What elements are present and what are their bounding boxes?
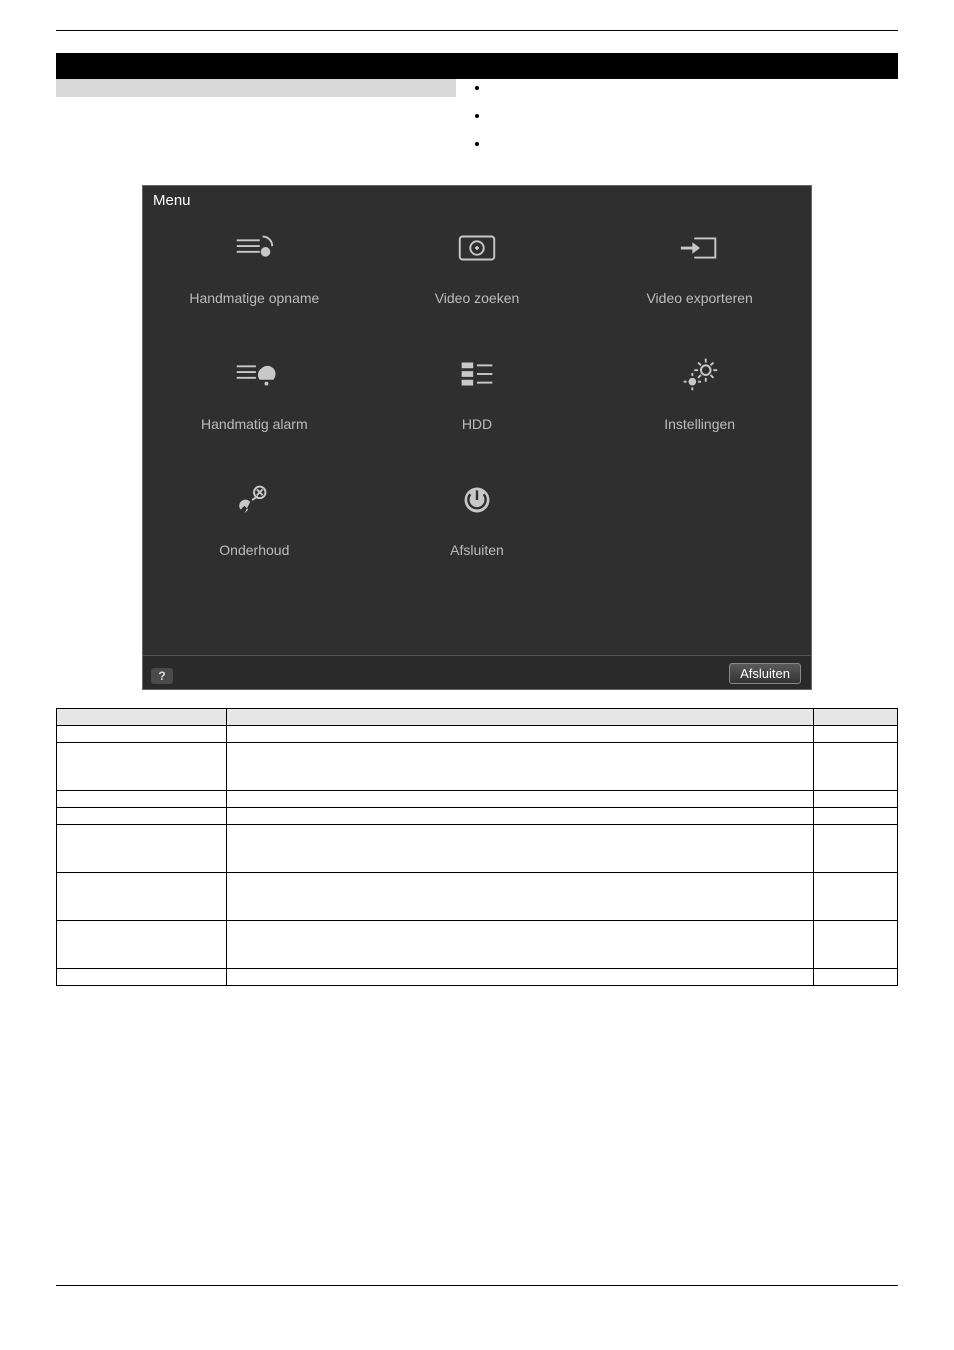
table-cell bbox=[814, 921, 898, 969]
table-cell bbox=[57, 726, 227, 743]
table-row bbox=[57, 825, 898, 873]
table-cell bbox=[814, 969, 898, 986]
table-row bbox=[57, 791, 898, 808]
table-cell bbox=[814, 873, 898, 921]
table-header bbox=[227, 709, 814, 726]
table-cell bbox=[57, 921, 227, 969]
table-cell bbox=[227, 825, 814, 873]
menu-item-video-search[interactable]: Video zoeken bbox=[387, 230, 567, 306]
settings-icon bbox=[677, 356, 723, 392]
hdd-icon bbox=[454, 356, 500, 392]
video-search-icon bbox=[454, 230, 500, 266]
options-table bbox=[56, 708, 898, 986]
help-icon: ? bbox=[158, 669, 165, 683]
table-header-row bbox=[57, 709, 898, 726]
table-cell bbox=[57, 808, 227, 825]
menu-item-hdd[interactable]: HDD bbox=[387, 356, 567, 432]
table-cell bbox=[227, 726, 814, 743]
power-icon bbox=[454, 482, 500, 518]
table-cell bbox=[814, 743, 898, 791]
menu-item-label: Video zoeken bbox=[435, 290, 520, 306]
table-cell bbox=[814, 808, 898, 825]
table-cell bbox=[57, 743, 227, 791]
menu-item-label: Handmatige opname bbox=[189, 290, 319, 306]
menu-item-shutdown[interactable]: Afsluiten bbox=[387, 482, 567, 558]
table-row bbox=[57, 743, 898, 791]
table-row bbox=[57, 808, 898, 825]
menu-item-label: Handmatig alarm bbox=[201, 416, 308, 432]
video-export-icon bbox=[677, 230, 723, 266]
maintenance-icon bbox=[231, 482, 277, 518]
bullet-item bbox=[490, 79, 898, 95]
table-cell bbox=[227, 743, 814, 791]
manual-alarm-icon bbox=[231, 356, 277, 392]
table-header bbox=[814, 709, 898, 726]
section-subhead-bar bbox=[56, 79, 456, 97]
table-header bbox=[57, 709, 227, 726]
menu-item-label: Onderhoud bbox=[219, 542, 289, 558]
table-cell bbox=[227, 873, 814, 921]
table-cell bbox=[814, 791, 898, 808]
page-footer bbox=[56, 1285, 898, 1290]
table-cell bbox=[57, 873, 227, 921]
help-button[interactable]: ? bbox=[151, 668, 173, 684]
table-cell bbox=[57, 791, 227, 808]
menu-item-settings[interactable]: Instellingen bbox=[610, 356, 790, 432]
exit-button-label: Afsluiten bbox=[740, 666, 790, 681]
menu-item-video-export[interactable]: Video exporteren bbox=[610, 230, 790, 306]
bullet-item bbox=[490, 107, 898, 123]
table-cell bbox=[227, 969, 814, 986]
table-row bbox=[57, 969, 898, 986]
top-rule bbox=[56, 30, 898, 31]
table-cell bbox=[814, 726, 898, 743]
exit-button[interactable]: Afsluiten bbox=[729, 663, 801, 684]
menu-item-manual-alarm[interactable]: Handmatig alarm bbox=[164, 356, 344, 432]
menu-screenshot: Menu Handmatige opname bbox=[142, 185, 812, 690]
menu-item-label: HDD bbox=[462, 416, 492, 432]
table-cell bbox=[57, 969, 227, 986]
table-cell bbox=[814, 825, 898, 873]
window-title: Menu bbox=[153, 192, 191, 209]
menu-item-label: Video exporteren bbox=[646, 290, 752, 306]
window-footer: ? Afsluiten bbox=[143, 655, 811, 689]
menu-item-label: Afsluiten bbox=[450, 542, 504, 558]
menu-item-maintenance[interactable]: Onderhoud bbox=[164, 482, 344, 558]
table-cell bbox=[227, 791, 814, 808]
table-cell bbox=[227, 808, 814, 825]
intro-bullets bbox=[474, 79, 898, 151]
menu-item-manual-record[interactable]: Handmatige opname bbox=[164, 230, 344, 306]
menu-item-label: Instellingen bbox=[664, 416, 735, 432]
table-row bbox=[57, 726, 898, 743]
chapter-bar bbox=[56, 53, 898, 79]
table-cell bbox=[227, 921, 814, 969]
table-row bbox=[57, 873, 898, 921]
table-row bbox=[57, 921, 898, 969]
bullet-item bbox=[490, 135, 898, 151]
table-cell bbox=[57, 825, 227, 873]
manual-record-icon bbox=[231, 230, 277, 266]
